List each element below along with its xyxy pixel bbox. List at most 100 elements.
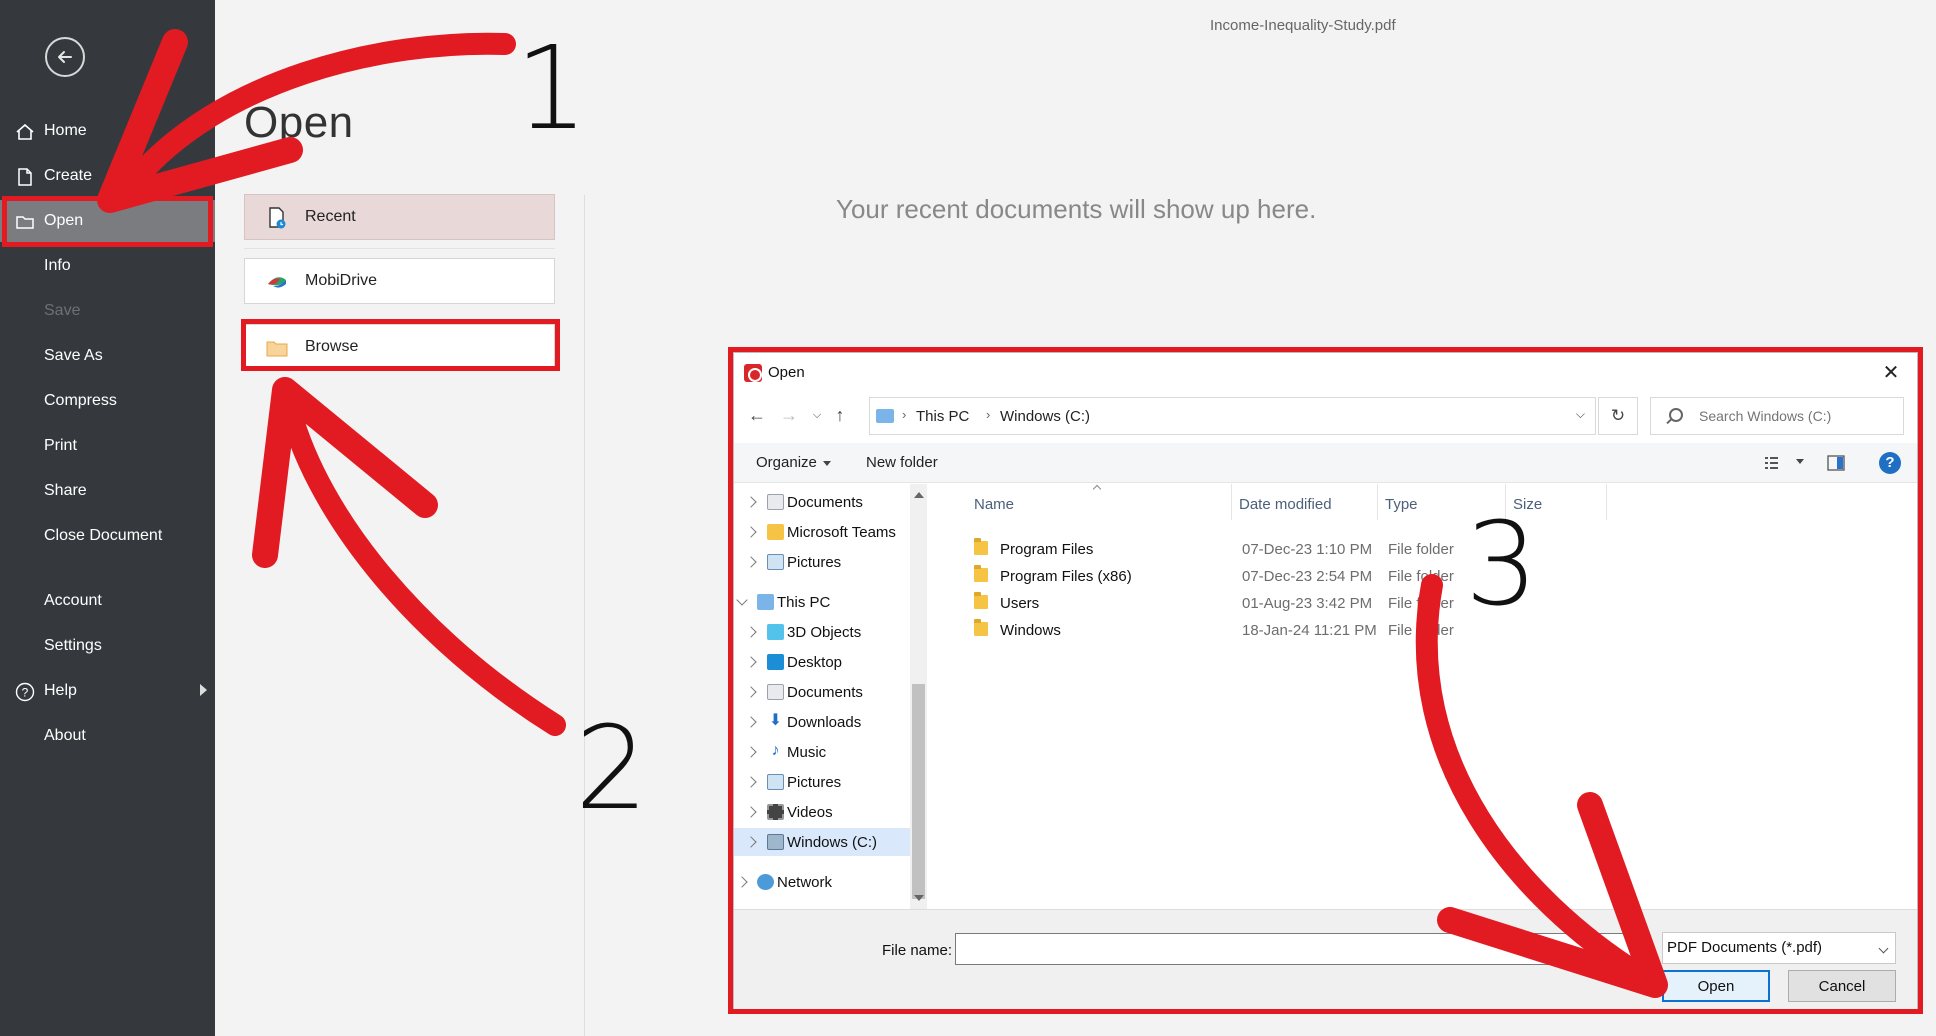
sidebar-item-help[interactable]: ? Help [0, 670, 215, 712]
tree-item-downloads[interactable]: ⬇ Downloads [734, 708, 914, 736]
column-separator[interactable] [1377, 484, 1378, 520]
tree-item-pictures[interactable]: Pictures [734, 548, 914, 576]
chevron-right-icon[interactable] [745, 746, 757, 758]
chevron-right-icon[interactable] [745, 776, 757, 788]
view-options-icon[interactable] [1764, 455, 1782, 471]
search-box[interactable] [1650, 397, 1904, 435]
tree-item-label: Videos [787, 804, 833, 821]
command-bar: Organize New folder ? [734, 443, 1917, 483]
sidebar-item-compress[interactable]: Compress [0, 380, 215, 422]
tree-item-microsoft-teams[interactable]: Microsoft Teams [734, 518, 914, 546]
tree-item-label: Documents [787, 494, 863, 511]
file-row[interactable]: Windows 18-Jan-24 11:21 PM File folder [962, 616, 1936, 643]
sort-ascending-icon [1092, 484, 1102, 494]
scroll-down-icon[interactable] [914, 895, 924, 901]
file-name-input[interactable] [955, 933, 1644, 965]
tree-item-videos[interactable]: Videos [734, 798, 914, 826]
caret-down-icon [1796, 458, 1804, 464]
sidebar-item-settings[interactable]: Settings [0, 625, 215, 667]
scroll-thumb[interactable] [912, 684, 925, 899]
view-dropdown-caret[interactable] [1790, 452, 1804, 469]
tree-item-label: Network [777, 874, 833, 891]
breadcrumb-windows-c[interactable]: Windows (C:) [1000, 408, 1090, 425]
location-mobidrive[interactable]: MobiDrive [244, 258, 555, 304]
tree-item-documents[interactable]: Documents [734, 488, 914, 516]
chevron-right-icon[interactable] [745, 556, 757, 568]
panel-divider [584, 195, 585, 1036]
sidebar-item-home[interactable]: Home [0, 110, 215, 152]
document-title: Income-Inequality-Study.pdf [1210, 17, 1396, 34]
tree-item-this-pc[interactable]: This PC [734, 588, 914, 616]
tree-item-documents-pc[interactable]: Documents [734, 678, 914, 706]
location-recent[interactable]: Recent [244, 194, 555, 240]
tree-scrollbar[interactable] [910, 484, 927, 909]
address-bar[interactable]: › This PC › Windows (C:) ⌵ [869, 397, 1596, 435]
open-button[interactable]: Open [1662, 970, 1770, 1002]
cancel-button[interactable]: Cancel [1788, 970, 1896, 1002]
sidebar-item-share[interactable]: Share [0, 470, 215, 512]
chevron-down-icon[interactable] [736, 594, 748, 606]
sidebar-item-info[interactable]: Info [0, 245, 215, 287]
column-separator[interactable] [1231, 484, 1232, 520]
organize-menu[interactable]: Organize [756, 454, 831, 471]
tree-item-desktop[interactable]: Desktop [734, 648, 914, 676]
network-icon [757, 874, 774, 890]
refresh-button[interactable]: ↻ [1598, 397, 1638, 435]
sidebar-item-account[interactable]: Account [0, 580, 215, 622]
tree-item-pictures-pc[interactable]: Pictures [734, 768, 914, 796]
chevron-right-icon[interactable] [736, 876, 748, 888]
arrow-step-2 [279, 399, 566, 736]
chevron-right-icon[interactable] [745, 806, 757, 818]
sidebar-item-label: Account [44, 592, 102, 609]
file-type-select[interactable]: PDF Documents (*.pdf) [1662, 932, 1896, 964]
pictures-icon [767, 554, 784, 570]
sidebar-item-close-document[interactable]: Close Document [0, 515, 215, 557]
tree-item-windows-c[interactable]: Windows (C:) [734, 828, 914, 856]
chevron-right-icon[interactable] [745, 686, 757, 698]
chevron-down-icon[interactable]: ⌵ [1576, 407, 1585, 422]
chevron-right-icon[interactable] [745, 656, 757, 668]
file-name: Windows [1000, 622, 1061, 639]
location-browse[interactable]: Browse [244, 324, 555, 370]
app-icon [744, 364, 762, 382]
help-icon[interactable]: ? [1879, 452, 1901, 474]
home-icon [16, 123, 34, 140]
breadcrumb-this-pc[interactable]: This PC [916, 408, 969, 425]
close-icon[interactable]: ✕ [1871, 357, 1911, 389]
sidebar-item-print[interactable]: Print [0, 425, 215, 467]
column-header-date-modified[interactable]: Date modified [1239, 496, 1332, 513]
chevron-right-icon[interactable] [745, 626, 757, 638]
up-arrow-icon[interactable]: ↑ [827, 401, 853, 429]
back-button[interactable] [45, 37, 85, 77]
file-type: File folder [1388, 541, 1454, 558]
folder-icon [974, 565, 988, 582]
new-folder-button[interactable]: New folder [866, 454, 938, 471]
back-arrow-icon[interactable]: ← [744, 401, 770, 429]
search-input[interactable] [1699, 408, 1889, 424]
chevron-right-icon[interactable] [745, 496, 757, 508]
column-header-type[interactable]: Type [1385, 496, 1418, 513]
sidebar-item-save-as[interactable]: Save As [0, 335, 215, 377]
folder-icon [974, 538, 988, 555]
tree-item-music[interactable]: ♪ Music [734, 738, 914, 766]
tree-item-network[interactable]: Network [734, 868, 914, 896]
file-row[interactable]: Program Files (x86) 07-Dec-23 2:54 PM Fi… [962, 562, 1936, 589]
forward-arrow-icon[interactable]: → [776, 401, 802, 429]
file-row[interactable]: Users 01-Aug-23 3:42 PM File folder [962, 589, 1936, 616]
chevron-right-icon[interactable] [745, 526, 757, 538]
chevron-right-icon[interactable] [745, 716, 757, 728]
file-name: Program Files (x86) [1000, 568, 1132, 585]
column-header-name[interactable]: Name [974, 496, 1014, 513]
tree-item-3d-objects[interactable]: 3D Objects [734, 618, 914, 646]
sidebar-item-create[interactable]: Create [0, 155, 215, 197]
sidebar-item-label: Close Document [44, 527, 163, 544]
scroll-up-icon[interactable] [914, 492, 924, 498]
column-separator[interactable] [1606, 484, 1607, 520]
dialog-titlebar: Open ✕ [734, 353, 1917, 391]
sidebar-item-open[interactable]: Open [0, 200, 215, 242]
chevron-right-icon[interactable] [745, 836, 757, 848]
file-row[interactable]: Program Files 07-Dec-23 1:10 PM File fol… [962, 535, 1936, 562]
file-name: Users [1000, 595, 1040, 612]
preview-pane-icon[interactable] [1827, 455, 1845, 471]
sidebar-item-about[interactable]: About [0, 715, 215, 757]
